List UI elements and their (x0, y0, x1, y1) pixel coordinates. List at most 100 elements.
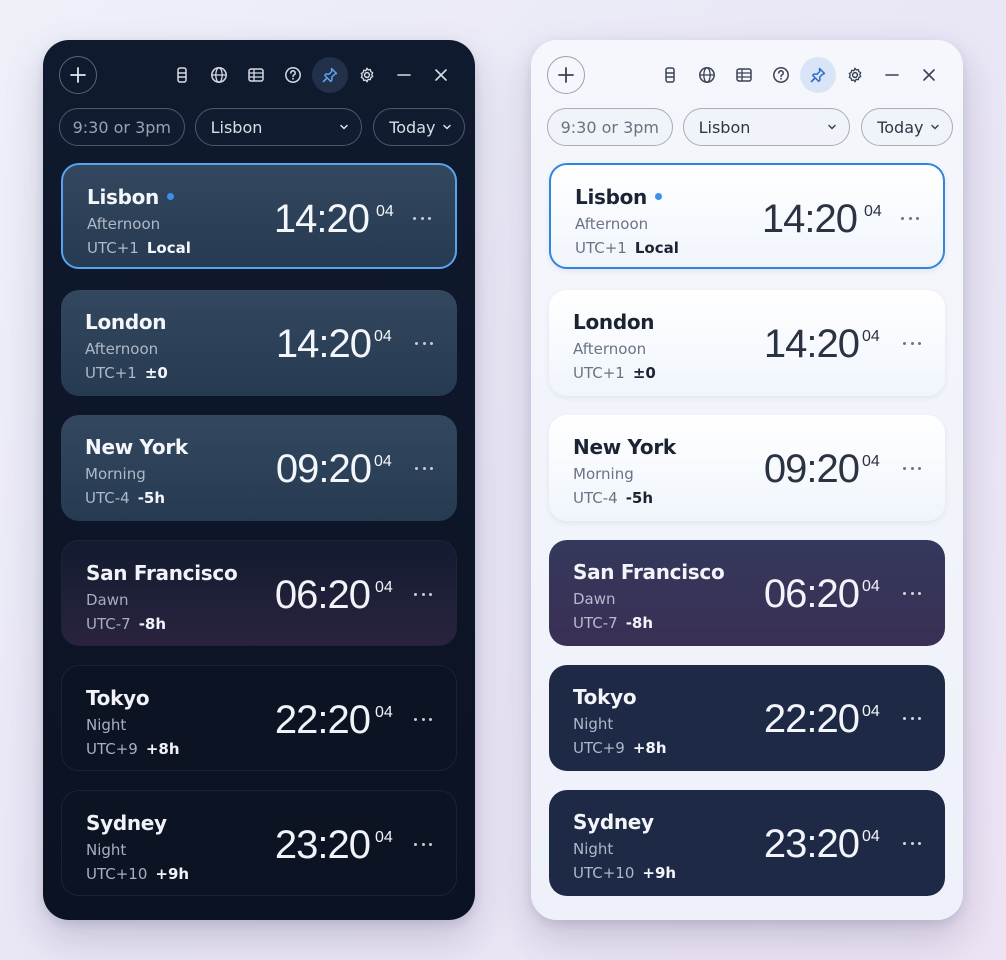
time-difference: -8h (138, 615, 167, 633)
table-view-button[interactable] (238, 57, 274, 93)
settings-button[interactable] (349, 57, 385, 93)
city-card-new-york[interactable]: New York Morning UTC-4 -5h 09:20 04 (549, 415, 945, 521)
city-card-new-york[interactable]: New York Morning UTC-4 -5h 09:20 04 (61, 415, 457, 521)
more-options-button[interactable] (414, 711, 432, 727)
clock-seconds: 04 (375, 704, 393, 721)
globe-view-button[interactable] (689, 57, 725, 93)
city-card-london[interactable]: London Afternoon UTC+1 ±0 14:20 04 (61, 290, 457, 396)
city-name: New York (573, 435, 676, 459)
more-options-button[interactable] (903, 585, 921, 601)
more-options-button[interactable] (413, 210, 431, 226)
city-name: Sydney (86, 811, 167, 835)
add-city-button[interactable] (547, 56, 585, 94)
time-input[interactable]: 9:30 or 3pm (59, 108, 185, 146)
city-card-sydney[interactable]: Sydney Night UTC+10 +9h 23:20 04 (549, 790, 945, 896)
close-button[interactable] (911, 57, 947, 93)
filter-bar: 9:30 or 3pm Lisbon Today (59, 108, 465, 146)
city-name: Sydney (573, 810, 654, 834)
day-select[interactable]: Today (373, 108, 465, 146)
city-select[interactable]: Lisbon (682, 108, 851, 146)
clock-time: 23:20 (274, 823, 371, 867)
day-period: Morning (85, 465, 146, 483)
utc-label: UTC-7 (86, 615, 131, 633)
city-card-london[interactable]: London Afternoon UTC+1 ±0 14:20 04 (549, 290, 945, 396)
clock-seconds: 04 (374, 453, 392, 470)
chevron-down-icon (931, 124, 939, 130)
add-icon (558, 67, 574, 83)
city-name-text: Lisbon (575, 185, 647, 209)
utc-offset: UTC-7 -8h (86, 615, 166, 633)
city-name: London (573, 310, 655, 334)
time-difference: -5h (625, 489, 654, 507)
help-button[interactable] (763, 57, 799, 93)
more-options-button[interactable] (903, 710, 921, 726)
help-icon (285, 67, 301, 83)
utc-label: UTC+9 (86, 740, 138, 758)
city-card-tokyo[interactable]: Tokyo Night UTC+9 +8h 22:20 04 (549, 665, 945, 771)
city-card-lisbon[interactable]: Lisbon Afternoon UTC+1 Local 14:20 04 (549, 163, 945, 269)
list-view-button[interactable] (164, 57, 200, 93)
add-city-button[interactable] (59, 56, 97, 94)
day-select[interactable]: Today (861, 108, 953, 146)
time-difference: ±0 (144, 364, 168, 382)
add-icon (70, 67, 86, 83)
more-options-button[interactable] (903, 460, 921, 476)
list-icon (665, 67, 675, 83)
city-select-value: Lisbon (698, 117, 751, 137)
utc-label: UTC-7 (573, 614, 618, 632)
utc-offset: UTC+1 Local (575, 239, 679, 257)
city-name: Tokyo (86, 686, 150, 710)
minimize-icon (397, 74, 411, 76)
pin-icon (810, 67, 826, 83)
settings-button[interactable] (837, 57, 873, 93)
help-button[interactable] (275, 57, 311, 93)
globe-view-button[interactable] (201, 57, 237, 93)
city-card-sydney[interactable]: Sydney Night UTC+10 +9h 23:20 04 (61, 790, 457, 896)
more-options-button[interactable] (901, 210, 919, 226)
city-card-tokyo[interactable]: Tokyo Night UTC+9 +8h 22:20 04 (61, 665, 457, 771)
city-card-lisbon[interactable]: Lisbon Afternoon UTC+1 Local 14:20 04 (61, 163, 457, 269)
time-difference: +9h (642, 864, 677, 882)
clock-time: 22:20 (274, 698, 371, 742)
utc-label: UTC+10 (86, 865, 148, 883)
clock-time: 09:20 (763, 447, 860, 491)
day-period: Afternoon (575, 215, 649, 233)
day-select-value: Today (877, 117, 924, 137)
clock-seconds: 04 (862, 828, 880, 845)
pin-button[interactable] (800, 57, 836, 93)
more-options-button[interactable] (903, 835, 921, 851)
minimize-button[interactable] (386, 57, 422, 93)
more-options-button[interactable] (903, 335, 921, 351)
city-card-san-francisco[interactable]: San Francisco Dawn UTC-7 -8h 06:20 04 (61, 540, 457, 646)
time-input[interactable]: 9:30 or 3pm (547, 108, 673, 146)
utc-label: UTC+1 (87, 239, 139, 257)
clock-time: 14:20 (761, 197, 858, 241)
clock-seconds: 04 (375, 829, 393, 846)
pin-button[interactable] (312, 57, 348, 93)
minimize-button[interactable] (874, 57, 910, 93)
more-options-button[interactable] (415, 335, 433, 351)
day-period: Night (86, 841, 127, 859)
utc-label: UTC+1 (575, 239, 627, 257)
more-options-button[interactable] (415, 460, 433, 476)
clock-time: 14:20 (763, 322, 860, 366)
list-icon (177, 67, 187, 83)
city-name: London (85, 310, 167, 334)
clock-time: 06:20 (274, 573, 371, 617)
utc-label: UTC+1 (85, 364, 137, 382)
utc-offset: UTC-4 -5h (85, 489, 165, 507)
clock-seconds: 04 (374, 328, 392, 345)
utc-offset: UTC+1 ±0 (573, 364, 656, 382)
table-view-button[interactable] (726, 57, 762, 93)
city-card-san-francisco[interactable]: San Francisco Dawn UTC-7 -8h 06:20 04 (549, 540, 945, 646)
toolbar (59, 56, 459, 94)
city-select-value: Lisbon (210, 117, 263, 137)
time-difference: +8h (632, 739, 667, 757)
close-button[interactable] (423, 57, 459, 93)
clock-seconds: 04 (862, 328, 880, 345)
list-view-button[interactable] (652, 57, 688, 93)
more-options-button[interactable] (414, 836, 432, 852)
time-difference: -8h (625, 614, 654, 632)
more-options-button[interactable] (414, 586, 432, 602)
city-select[interactable]: Lisbon (194, 108, 363, 146)
